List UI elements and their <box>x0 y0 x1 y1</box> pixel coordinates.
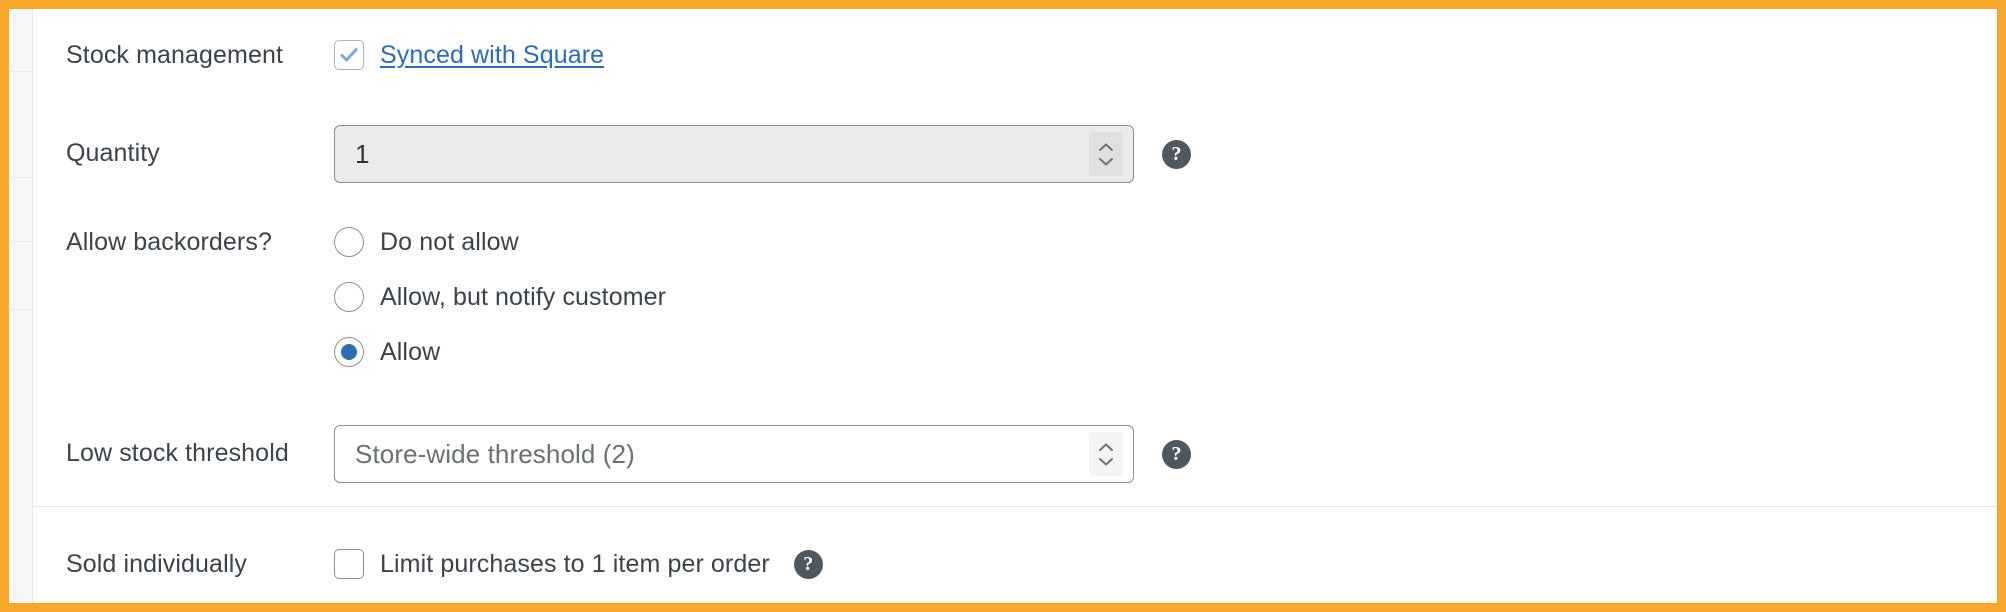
radio-label-do-not-allow: Do not allow <box>380 227 519 256</box>
radio-label-allow: Allow <box>380 337 441 366</box>
gutter-rule <box>9 177 32 178</box>
radio-label-allow-but-notify: Allow, but notify customer <box>380 282 667 311</box>
radio-do-not-allow[interactable] <box>334 227 364 257</box>
check-icon <box>340 48 358 62</box>
row-quantity: Quantity 1 ? <box>34 125 1997 183</box>
field-quantity: 1 ? <box>334 125 1997 183</box>
chevron-up-icon[interactable] <box>1097 142 1115 153</box>
synced-with-square-link[interactable]: Synced with Square <box>380 41 604 70</box>
quantity-stepper[interactable] <box>1089 132 1123 176</box>
row-stock-management: Stock management Synced with Square <box>34 40 1997 70</box>
sold-individually-checkbox-label: Limit purchases to 1 item per order <box>380 549 770 578</box>
gutter-rule <box>9 309 32 310</box>
gutter-rule <box>9 71 32 72</box>
radio-allow-but-notify[interactable] <box>334 282 364 312</box>
low-stock-threshold-input[interactable]: Store-wide threshold (2) <box>334 425 1134 483</box>
chevron-down-icon[interactable] <box>1097 456 1115 467</box>
radio-option-do-not-allow[interactable]: Do not allow <box>334 227 666 257</box>
section-divider <box>34 506 1997 507</box>
chevron-up-icon[interactable] <box>1097 442 1115 453</box>
label-low-stock-threshold: Low stock threshold <box>66 439 289 467</box>
chevron-down-icon[interactable] <box>1097 156 1115 167</box>
field-sold-individually: Limit purchases to 1 item per order ? <box>334 549 1997 579</box>
radio-selected-dot <box>341 344 357 360</box>
field-low-stock-threshold: Store-wide threshold (2) ? <box>334 425 1997 483</box>
field-stock-management: Synced with Square <box>334 40 1997 70</box>
label-allow-backorders: Allow backorders? <box>66 228 272 256</box>
product-inventory-panel: Stock management Synced with Square Quan… <box>0 0 2006 612</box>
label-quantity: Quantity <box>66 139 160 167</box>
quantity-value: 1 <box>355 138 370 169</box>
radio-option-allow-but-notify[interactable]: Allow, but notify customer <box>334 282 666 312</box>
radio-option-allow[interactable]: Allow <box>334 337 666 367</box>
sold-individually-help-icon[interactable]: ? <box>793 549 823 579</box>
row-allow-backorders: Allow backorders? Do not allow Allow, bu… <box>34 227 1997 367</box>
left-gutter-strip <box>9 9 33 603</box>
stock-management-checkbox[interactable] <box>334 40 364 70</box>
low-stock-threshold-help-icon[interactable]: ? <box>1162 439 1191 469</box>
inventory-form: Stock management Synced with Square Quan… <box>34 9 1997 603</box>
radio-allow[interactable] <box>334 337 364 367</box>
row-sold-individually: Sold individually Limit purchases to 1 i… <box>34 549 1997 579</box>
field-allow-backorders: Do not allow Allow, but notify customer … <box>334 227 1997 367</box>
sold-individually-checkbox[interactable] <box>334 549 364 579</box>
label-sold-individually: Sold individually <box>66 550 247 578</box>
gutter-rule <box>9 241 32 242</box>
label-stock-management: Stock management <box>66 41 283 69</box>
row-low-stock-threshold: Low stock threshold Store-wide threshold… <box>34 425 1997 483</box>
low-stock-threshold-stepper[interactable] <box>1089 432 1123 476</box>
low-stock-threshold-placeholder: Store-wide threshold (2) <box>355 438 635 469</box>
quantity-help-icon[interactable]: ? <box>1162 139 1191 169</box>
quantity-input[interactable]: 1 <box>334 125 1134 183</box>
allow-backorders-radio-group: Do not allow Allow, but notify customer … <box>334 227 666 367</box>
